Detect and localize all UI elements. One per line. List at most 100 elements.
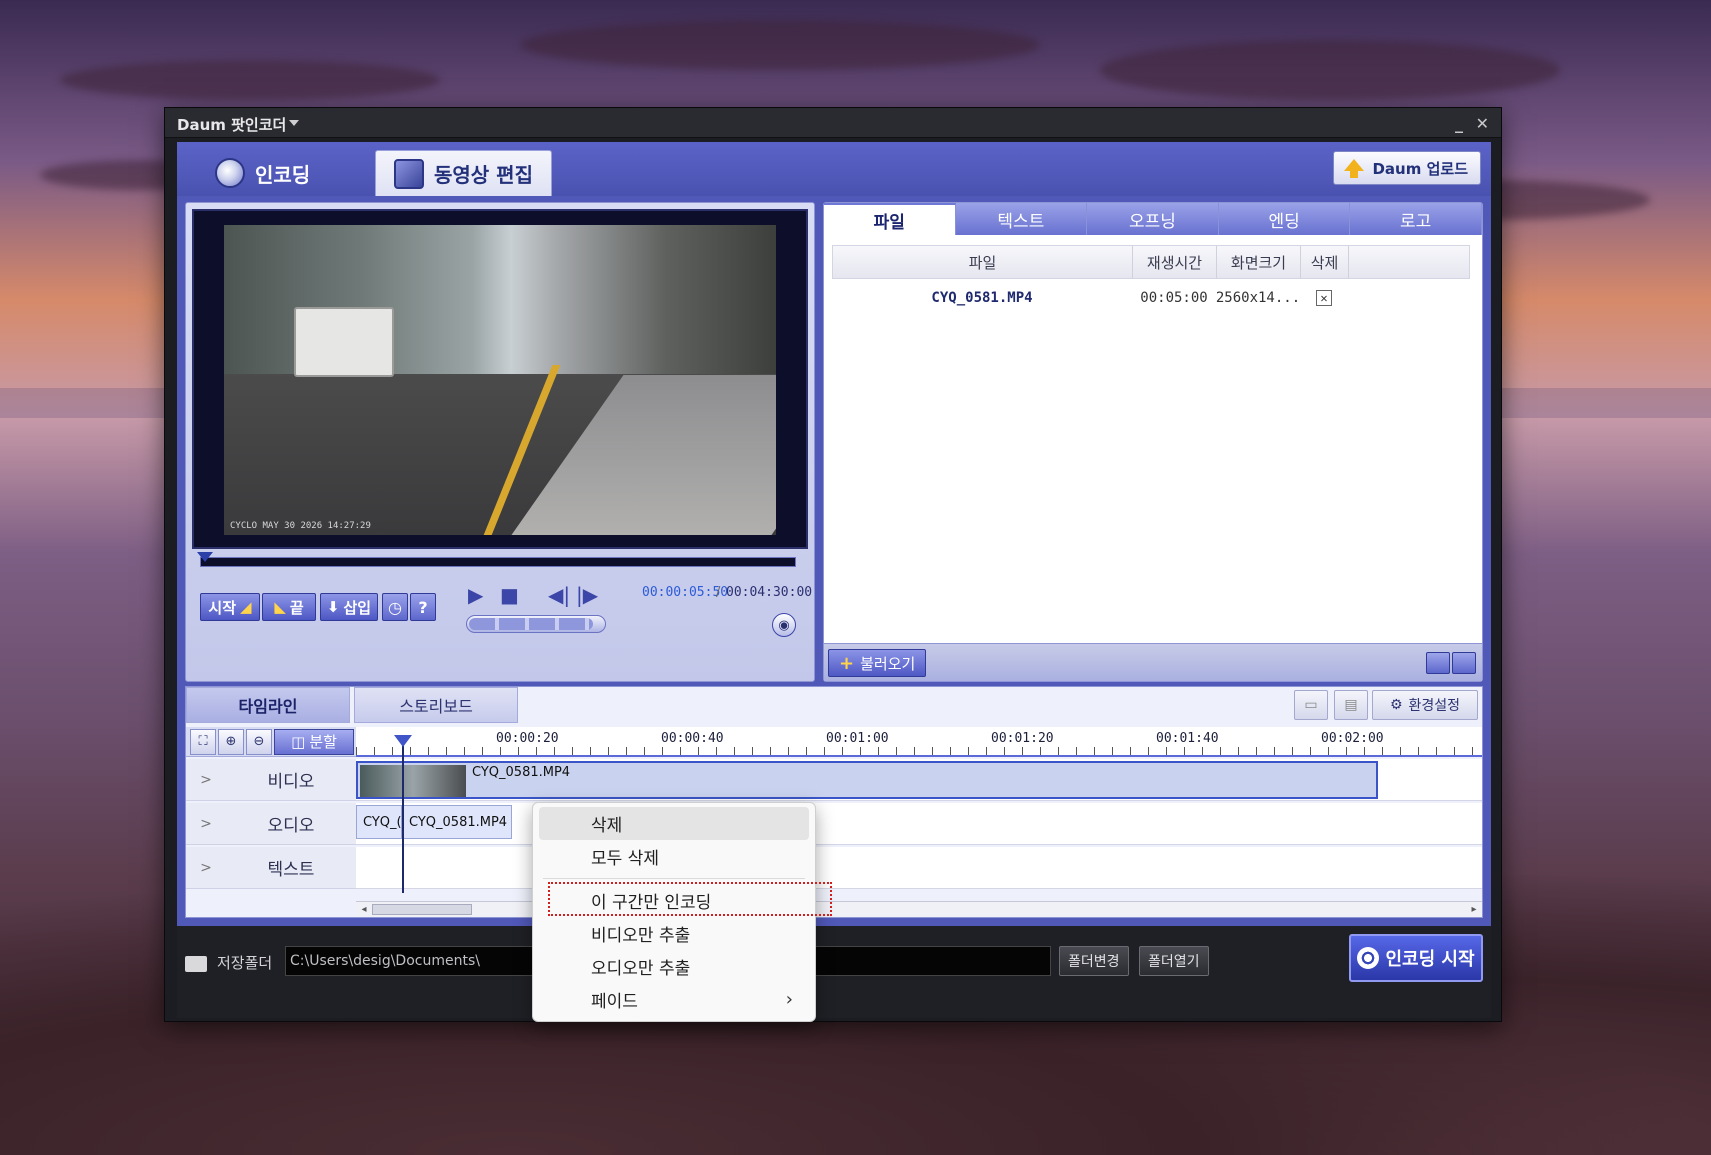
audio-clip[interactable]: CYQ_0581.MP4 (402, 805, 512, 839)
minimize-icon[interactable]: _ (1455, 114, 1463, 133)
file-panel-tabs: 파일 텍스트 오프닝 엔딩 로고 (824, 203, 1482, 235)
upload-arrow-icon (1344, 159, 1365, 178)
zoom-out-icon[interactable]: ⊖ (246, 728, 272, 755)
split-button[interactable]: ◫ 분할 (274, 728, 354, 755)
menu-item-delete[interactable]: 삭제 (539, 807, 809, 840)
gear-icon: ⚙ (1389, 697, 1403, 713)
playhead-knob[interactable] (394, 735, 412, 747)
ruler-ticks (356, 747, 1482, 755)
delete-row-icon[interactable]: ✕ (1316, 290, 1332, 306)
column-file[interactable]: 파일 (833, 246, 1133, 278)
stop-icon[interactable]: ■ (500, 583, 519, 607)
ruler-label: 00:01:00 (826, 731, 889, 746)
menu-separator (543, 878, 805, 879)
volume-slider[interactable] (466, 615, 606, 633)
truck-shape (294, 307, 394, 377)
title-bar: Daum 팟인코더 _ ✕ (165, 108, 1501, 138)
start-mark-label: 시작 (208, 598, 237, 617)
window-title: Daum 팟인코더 (177, 116, 287, 134)
daum-upload-button[interactable]: Daum 업로드 (1333, 151, 1481, 185)
speaker-icon[interactable]: ◉ (772, 613, 796, 637)
tab-ending[interactable]: 엔딩 (1219, 203, 1351, 235)
tab-logo[interactable]: 로고 (1350, 203, 1482, 235)
total-time: 00:04:30:00 (726, 585, 813, 600)
column-delete[interactable]: 삭제 (1301, 246, 1349, 278)
encode-start-button[interactable]: 인코딩 시작 (1349, 934, 1483, 982)
tab-opening[interactable]: 오프닝 (1087, 203, 1219, 235)
chevron-right-icon[interactable]: > (186, 860, 226, 876)
close-icon[interactable]: ✕ (1476, 114, 1489, 133)
title-menu-chevron-icon[interactable] (289, 120, 299, 126)
chevron-right-icon[interactable]: > (186, 772, 226, 788)
menu-item-delete-all[interactable]: 모두 삭제 (533, 840, 815, 873)
tab-video-edit[interactable]: 동영상 편집 (375, 150, 552, 196)
start-mark-button[interactable]: 시작 ◢ (200, 593, 260, 621)
end-mark-button[interactable]: ◣ 끝 (262, 593, 316, 621)
seek-knob[interactable] (197, 552, 213, 562)
fit-icon[interactable]: ⛶ (190, 728, 216, 755)
load-button[interactable]: + 불러오기 (828, 649, 927, 677)
split-icon: ◫ (291, 732, 306, 751)
track-name: 텍스트 (267, 860, 315, 880)
scroll-thumb[interactable] (372, 904, 472, 915)
ruler-label: 00:01:20 (991, 731, 1054, 746)
seek-bar[interactable] (197, 552, 796, 567)
player-panel: CYCLO MAY 30 2026 14:27:29 시작 ◢ ◣ 끝 ⬇ 삽입… (185, 202, 815, 682)
timeline-scrollbar[interactable]: ◂ ▸ (356, 901, 1482, 917)
menu-item-extract-audio[interactable]: 오디오만 추출 (533, 950, 815, 983)
video-clip[interactable]: CYQ_0581.MP4 (356, 761, 1378, 799)
timeline-toolbar: ⛶ ⊕ ⊖ ◫ 분할 (186, 727, 356, 757)
load-label: 불러오기 (860, 654, 916, 673)
change-folder-button[interactable]: 폴더변경 (1059, 946, 1129, 976)
scroll-left-icon[interactable]: ◂ (357, 903, 371, 916)
audio-track[interactable]: CYQ_( CYQ_0581.MP4 (356, 803, 1482, 845)
menu-item-extract-video[interactable]: 비디오만 추출 (533, 917, 815, 950)
playhead-line[interactable] (402, 737, 404, 893)
insert-button[interactable]: ⬇ 삽입 (320, 593, 378, 621)
split-label: 분할 (309, 733, 337, 751)
audio-clip[interactable]: CYQ_( (356, 805, 402, 839)
play-icon[interactable]: ▶ (468, 583, 483, 607)
menu-item-encode-section[interactable]: 이 구간만 인코딩 (533, 884, 815, 917)
tab-encoding[interactable]: 인코딩 (197, 150, 328, 196)
zoom-in-icon[interactable]: ⊕ (218, 728, 244, 755)
scroll-right-icon[interactable]: ▸ (1467, 903, 1481, 916)
next-frame-icon[interactable]: |▶ (576, 583, 598, 607)
tab-text[interactable]: 텍스트 (956, 203, 1088, 235)
open-folder-icon[interactable]: ▭ (1294, 690, 1328, 720)
ruler-label: 00:01:40 (1156, 731, 1219, 746)
column-size[interactable]: 화면크기 (1217, 246, 1301, 278)
track-video-label[interactable]: > 비디오 (186, 759, 356, 801)
video-timestamp: CYCLO MAY 30 2026 14:27:29 (230, 521, 371, 531)
help-button[interactable]: ? (410, 593, 436, 621)
list-view-icon[interactable] (1452, 652, 1476, 674)
text-track[interactable] (356, 847, 1482, 889)
save-bar: 저장폴더 C:\Users\desig\Documents\ 폴더변경 폴더열기… (177, 926, 1491, 1018)
audio-clip-label: CYQ_( (363, 814, 402, 830)
ruler-label: 00:02:00 (1321, 731, 1384, 746)
app-window: Daum 팟인코더 _ ✕ 인코딩 동영상 편집 Daum 업로드 CYCLO … (164, 107, 1502, 1022)
settings-button[interactable]: ⚙ 환경설정 (1372, 690, 1478, 720)
clock-icon[interactable]: ◷ (382, 593, 408, 621)
tab-storyboard[interactable]: 스토리보드 (354, 687, 518, 723)
tab-video-edit-label: 동영상 편집 (434, 163, 533, 187)
tab-file[interactable]: 파일 (824, 203, 956, 235)
chevron-right-icon[interactable]: > (186, 816, 226, 832)
track-text-label[interactable]: > 텍스트 (186, 847, 356, 889)
video-track[interactable]: CYQ_0581.MP4 (356, 759, 1482, 801)
context-menu: 삭제 모두 삭제 이 구간만 인코딩 비디오만 추출 오디오만 추출 페이드 › (532, 802, 816, 1022)
prev-frame-icon[interactable]: ◀| (548, 583, 570, 607)
track-audio-label[interactable]: > 오디오 (186, 803, 356, 845)
open-folder-button[interactable]: 폴더열기 (1139, 946, 1209, 976)
timeline-ruler[interactable]: 00:00:20 00:00:40 00:01:00 00:01:20 00:0… (356, 727, 1482, 757)
save-icon[interactable]: ▤ (1334, 690, 1368, 720)
grid-view-icon[interactable] (1426, 652, 1450, 674)
menu-item-fade[interactable]: 페이드 › (533, 983, 815, 1016)
tab-timeline[interactable]: 타임라인 (186, 687, 350, 723)
file-panel-footer: + 불러오기 (824, 643, 1482, 681)
insert-arrow-icon: ⬇ (326, 598, 340, 616)
video-preview[interactable]: CYCLO MAY 30 2026 14:27:29 (192, 209, 808, 549)
film-reel-icon (215, 158, 245, 188)
table-row[interactable]: CYQ_0581.MP4 00:05:00 2560x14... ✕ (832, 285, 1470, 311)
column-duration[interactable]: 재생시간 (1133, 246, 1217, 278)
